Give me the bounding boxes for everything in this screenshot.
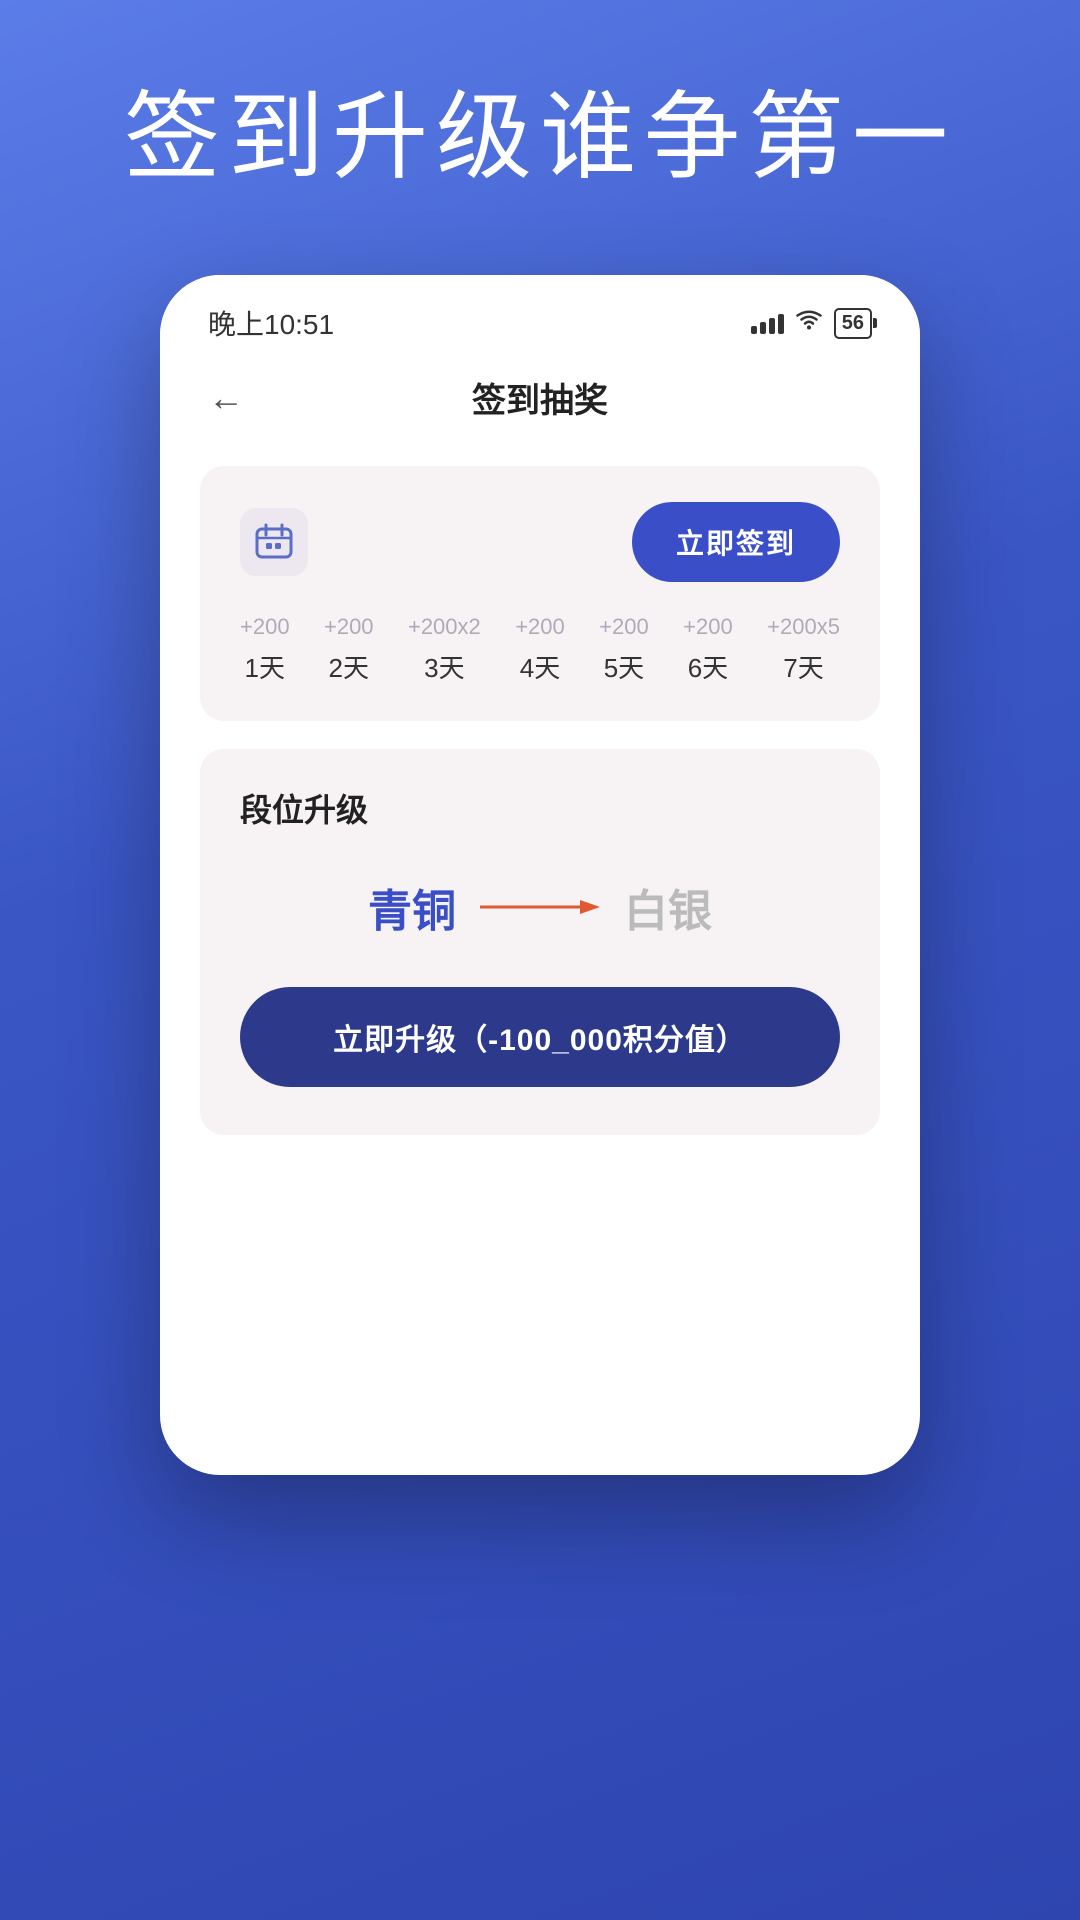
phone-mockup: 晚上10:51 56 — [160, 275, 920, 1475]
day-item-6: +200 6天 — [683, 614, 733, 685]
status-icons: 56 — [751, 308, 872, 339]
rank-row: 青铜 白银 — [240, 875, 840, 939]
day-item-5: +200 5天 — [599, 614, 649, 685]
rank-card-title: 段位升级 — [240, 785, 840, 831]
back-button[interactable]: ← — [208, 377, 244, 419]
signal-icon — [751, 312, 784, 334]
calendar-icon — [240, 508, 308, 576]
rank-from: 青铜 — [368, 875, 456, 939]
day-item-3: +200x2 3天 — [408, 614, 481, 685]
day-item-7: +200x5 7天 — [767, 614, 840, 685]
nav-bar: ← 签到抽奖 — [160, 353, 920, 446]
upgrade-button[interactable]: 立即升级（-100_000积分值） — [240, 987, 840, 1087]
day-item-2: +200 2天 — [324, 614, 374, 685]
rank-to: 白银 — [624, 875, 712, 939]
sign-in-button[interactable]: 立即签到 — [632, 502, 840, 582]
battery-icon: 56 — [834, 308, 872, 339]
day-item-1: +200 1天 — [240, 614, 290, 685]
rank-card: 段位升级 青铜 白银 立即升级（-100_000积分值） — [200, 749, 880, 1135]
day-item-4: +200 4天 — [515, 614, 565, 685]
nav-title: 签到抽奖 — [472, 373, 608, 422]
wifi-icon — [796, 309, 822, 337]
hero-title: 签到升级谁争第一 — [124, 80, 956, 195]
days-row: +200 1天 +200 2天 +200x2 3天 +200 4天 +200 — [240, 614, 840, 685]
rank-arrow-icon — [480, 892, 600, 922]
card-header: 立即签到 — [240, 502, 840, 582]
status-bar: 晚上10:51 56 — [160, 275, 920, 353]
status-time: 晚上10:51 — [208, 303, 334, 343]
content-area: 立即签到 +200 1天 +200 2天 +200x2 3天 +200 — [160, 446, 920, 1475]
signin-card: 立即签到 +200 1天 +200 2天 +200x2 3天 +200 — [200, 466, 880, 721]
